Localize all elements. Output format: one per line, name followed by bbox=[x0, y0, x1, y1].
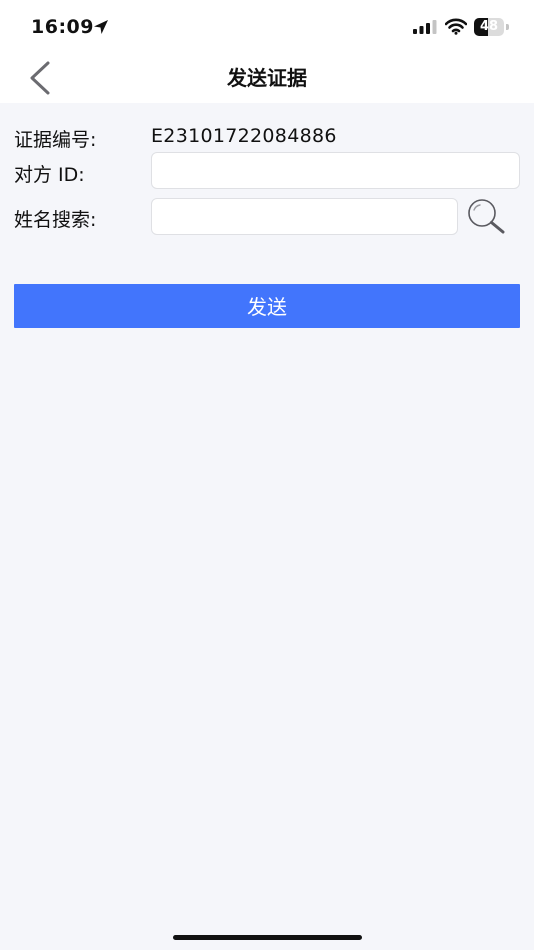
battery-level: 48 bbox=[479, 19, 499, 34]
location-arrow-icon bbox=[94, 20, 108, 34]
evidence-no-label: 证据编号: bbox=[14, 129, 97, 151]
name-search-label: 姓名搜索: bbox=[14, 209, 97, 231]
battery-cap bbox=[506, 24, 509, 30]
status-time: 16:09 bbox=[31, 16, 94, 38]
name-search-input[interactable] bbox=[151, 198, 458, 235]
peer-id-input[interactable] bbox=[151, 152, 520, 189]
page-title: 发送证据 bbox=[227, 66, 307, 90]
cellular-signal-icon bbox=[413, 20, 437, 34]
top-bar: 16:09 48 发送证据 bbox=[0, 0, 534, 103]
magnifier-icon bbox=[468, 199, 505, 234]
home-indicator bbox=[173, 935, 362, 940]
peer-id-label: 对方 ID: bbox=[14, 164, 85, 186]
evidence-no-value: E23101722084886 bbox=[151, 125, 337, 147]
wifi-icon bbox=[445, 18, 467, 35]
search-button[interactable] bbox=[465, 198, 507, 236]
battery-icon: 48 bbox=[474, 18, 504, 36]
send-button[interactable]: 发送 bbox=[14, 284, 520, 328]
